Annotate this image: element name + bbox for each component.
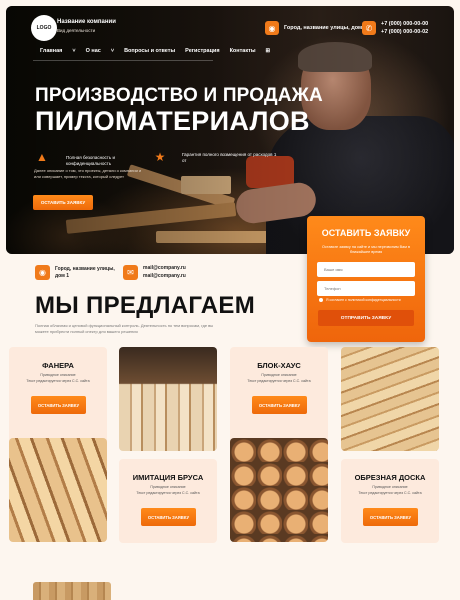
product-note: Текст редактируется через C.C. сайта: [247, 379, 311, 383]
form-title: ОСТАВИТЬ ЗАЯВКУ: [321, 228, 411, 238]
consent-checkbox[interactable]: Я согласен с политикой конфиденциальност…: [319, 298, 401, 302]
hero-cta-button[interactable]: ОСТАВИТЬ ЗАЯВКУ: [33, 195, 93, 210]
phone-field[interactable]: [317, 281, 415, 296]
offer-description: Полная облачная и ценовой функциональный…: [35, 323, 214, 335]
hero-description: Далее описание о том, что проекты, детал…: [34, 168, 142, 179]
offer-title: МЫ ПРЕДЛАГАЕМ: [35, 292, 256, 319]
name-field[interactable]: [317, 262, 415, 277]
product-subtitle: Приводное описание: [261, 373, 297, 377]
main-nav: Главная ˅ О нас ˅ Вопросы и ответы Регис…: [40, 48, 270, 54]
nav-divider: [33, 60, 213, 61]
contact-email-1[interactable]: mail@company.ru: [143, 265, 186, 272]
product-request-button[interactable]: ОСТАВИТЬ ЗАЯВКУ: [141, 508, 196, 526]
product-title: ИМИТАЦИЯ БРУСА: [132, 473, 204, 482]
hero-title-line1: ПРОИЗВОДСТВО И ПРОДАЖА: [35, 85, 323, 106]
contact-address: Город, название улицы, дом 1: [55, 266, 115, 279]
product-card-plywood: ФАНЕРА Приводное описание Текст редактир…: [9, 347, 107, 451]
company-subtitle: Вид деятельности: [57, 28, 96, 33]
product-note: Текст редактируется через C.C. сайта: [358, 491, 422, 495]
contact-email-2[interactable]: mail@company.ru: [143, 273, 186, 280]
header-phone-1[interactable]: +7 (000) 000-00-00: [381, 21, 428, 28]
consent-label: Я согласен с политикой конфиденциальност…: [326, 298, 401, 302]
form-description: Оставьте заявку на сайте и мы перезвоним…: [322, 245, 410, 255]
request-form: ОСТАВИТЬ ЗАЯВКУ Оставьте заявку на сайте…: [307, 216, 425, 342]
product-request-button[interactable]: ОСТАВИТЬ ЗАЯВКУ: [252, 396, 307, 414]
product-title: БЛОК-ХАУС: [257, 361, 301, 370]
product-card-edged-board: ОБРЕЗНАЯ ДОСКА Приводное описание Текст …: [341, 459, 439, 543]
product-photo-timber: [9, 438, 107, 542]
header-phone-2[interactable]: +7 (000) 000-00-02: [381, 29, 428, 36]
mail-icon: ✉: [123, 265, 138, 280]
product-card-imitation-timber: ИМИТАЦИЯ БРУСА Приводное описание Текст …: [119, 459, 217, 543]
hero-title-line2: ПИЛОМАТЕРИАЛОВ: [35, 106, 310, 136]
product-request-button[interactable]: ОСТАВИТЬ ЗАЯВКУ: [31, 396, 86, 414]
company-name: Название компании: [57, 19, 116, 25]
nav-item-contacts[interactable]: Контакты: [230, 48, 256, 54]
location-icon: ◉: [35, 265, 50, 280]
grid-menu-icon[interactable]: ⊞: [266, 48, 271, 54]
product-subtitle: Приводное описание: [40, 373, 76, 377]
nav-item-about[interactable]: О нас: [86, 48, 101, 54]
product-subtitle: Приводное описание: [372, 485, 408, 489]
shield-icon: ▲: [36, 150, 48, 164]
chevron-down-icon: ˅: [72, 48, 76, 54]
phone-icon: ✆: [362, 21, 376, 35]
product-card-block-house: БЛОК-ХАУС Приводное описание Текст редак…: [230, 347, 328, 451]
header-address: Город, название улицы, дом 1: [284, 25, 367, 31]
product-photo-firewood: [230, 438, 328, 542]
nav-item-home[interactable]: Главная: [40, 48, 62, 54]
nav-item-registration[interactable]: Регистрация: [185, 48, 219, 54]
hero-feature-1: Полная безопасность и конфиденциальность: [66, 155, 115, 166]
product-subtitle: Приводное описание: [150, 485, 186, 489]
hero-feature-2: Гарантия полного возмещения от расходов …: [182, 152, 277, 163]
product-note: Текст редактируется через C.C. сайта: [26, 379, 90, 383]
product-title: ФАНЕРА: [42, 361, 74, 370]
form-submit-button[interactable]: ОТПРАВИТЬ ЗАЯВКУ: [318, 310, 414, 326]
product-photo-boards: [341, 347, 439, 451]
product-request-button[interactable]: ОСТАВИТЬ ЗАЯВКУ: [363, 508, 418, 526]
product-note: Текст редактируется через C.C. сайта: [136, 491, 200, 495]
logo[interactable]: LOGO: [31, 15, 57, 41]
nav-item-faq[interactable]: Вопросы и ответы: [124, 48, 175, 54]
product-photo-planks: [119, 347, 217, 451]
location-icon: ◉: [265, 21, 279, 35]
landing-page: LOGO Название компании Вид деятельности …: [0, 0, 460, 600]
radio-icon: [319, 298, 323, 302]
product-title: ОБРЕЗНАЯ ДОСКА: [354, 473, 426, 482]
refund-icon: ★: [154, 150, 166, 164]
chevron-down-icon: ˅: [110, 48, 115, 54]
next-section-photo: [33, 582, 111, 600]
